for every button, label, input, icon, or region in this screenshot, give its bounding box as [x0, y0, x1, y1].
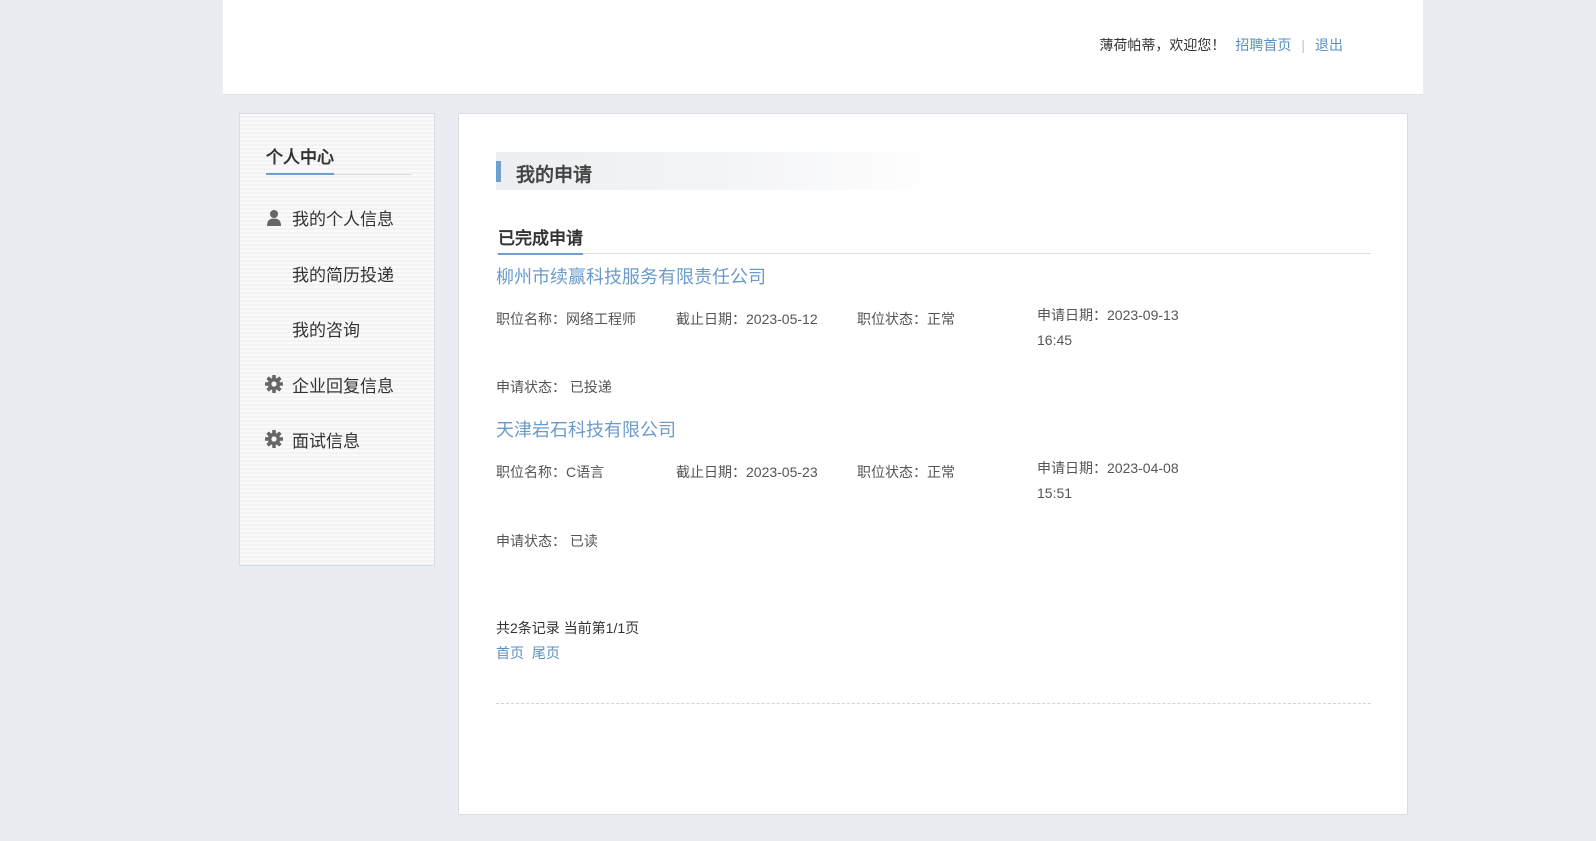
menu-icon-placeholder: [264, 263, 284, 283]
sidebar-item-label: 面试信息: [292, 431, 360, 451]
sidebar-item-label: 企业回复信息: [292, 376, 394, 396]
header: 薄荷帕蒂，欢迎您！ 招聘首页 | 退出: [223, 0, 1423, 95]
apply-date: 申请日期：2023-09-13 16:45: [1037, 307, 1179, 348]
apply-status: 申请状态： 已读: [496, 533, 598, 549]
sidebar-item-company-reply[interactable]: 企业回复信息: [264, 371, 394, 397]
section-title-text: 我的申请: [516, 164, 593, 186]
sidebar-item-interview[interactable]: 面试信息: [264, 426, 360, 452]
main-panel: 我的申请 已完成申请 柳州市续赢科技服务有限责任公司 职位名称：网络工程师 截止…: [458, 113, 1408, 815]
apply-date: 申请日期：2023-04-08 15:51: [1037, 460, 1179, 501]
section-title: 我的申请: [496, 152, 946, 190]
sidebar: 个人中心 我的个人信息 我的简历投递 我的咨询 企业回复信息 面试信息: [239, 113, 435, 566]
sidebar-item-resume-delivery[interactable]: 我的简历投递: [264, 260, 394, 286]
recruit-home-link[interactable]: 招聘首页: [1235, 37, 1291, 53]
logout-link[interactable]: 退出: [1315, 37, 1343, 53]
position-name: 职位名称：网络工程师: [496, 311, 636, 327]
top-nav: 薄荷帕蒂，欢迎您！ 招聘首页 | 退出: [1099, 35, 1343, 55]
user-icon: [264, 207, 284, 227]
sidebar-title: 个人中心: [266, 143, 412, 175]
gear-icon: [264, 374, 284, 394]
section-title-bar: [496, 161, 501, 182]
pager-first-link[interactable]: 首页: [496, 645, 524, 661]
pager-info: 共2条记录 当前第1/1页: [496, 620, 640, 636]
dashed-divider: [496, 703, 1371, 704]
apply-status: 申请状态： 已投递: [496, 379, 612, 395]
sub-tabs: 已完成申请: [496, 224, 1371, 255]
deadline: 截止日期：2023-05-23: [676, 464, 818, 480]
gear-icon: [264, 429, 284, 449]
sidebar-item-label: 我的个人信息: [292, 209, 394, 229]
menu-icon-placeholder: [264, 318, 284, 338]
position-status: 职位状态：正常: [857, 311, 955, 327]
position-name: 职位名称：C语言: [496, 464, 605, 480]
sidebar-item-personal-info[interactable]: 我的个人信息: [264, 204, 394, 230]
company-link[interactable]: 柳州市续赢科技服务有限责任公司: [496, 263, 766, 289]
deadline: 截止日期：2023-05-12: [676, 311, 818, 327]
sidebar-item-consult[interactable]: 我的咨询: [264, 315, 360, 341]
welcome-text: 薄荷帕蒂，欢迎您！: [1099, 37, 1226, 53]
nav-separator: |: [1301, 37, 1305, 53]
sidebar-item-label: 我的咨询: [292, 320, 360, 340]
pager-last-link[interactable]: 尾页: [532, 645, 560, 661]
tab-completed-applications[interactable]: 已完成申请: [498, 224, 583, 255]
position-status: 职位状态：正常: [857, 464, 955, 480]
company-link[interactable]: 天津岩石科技有限公司: [496, 416, 676, 442]
sidebar-item-label: 我的简历投递: [292, 265, 394, 285]
pager-links: 首页 尾页: [496, 643, 564, 663]
page-wrapper: 薄荷帕蒂，欢迎您！ 招聘首页 | 退出 个人中心 我的个人信息 我的简历投递 我的咨询: [223, 0, 1423, 841]
